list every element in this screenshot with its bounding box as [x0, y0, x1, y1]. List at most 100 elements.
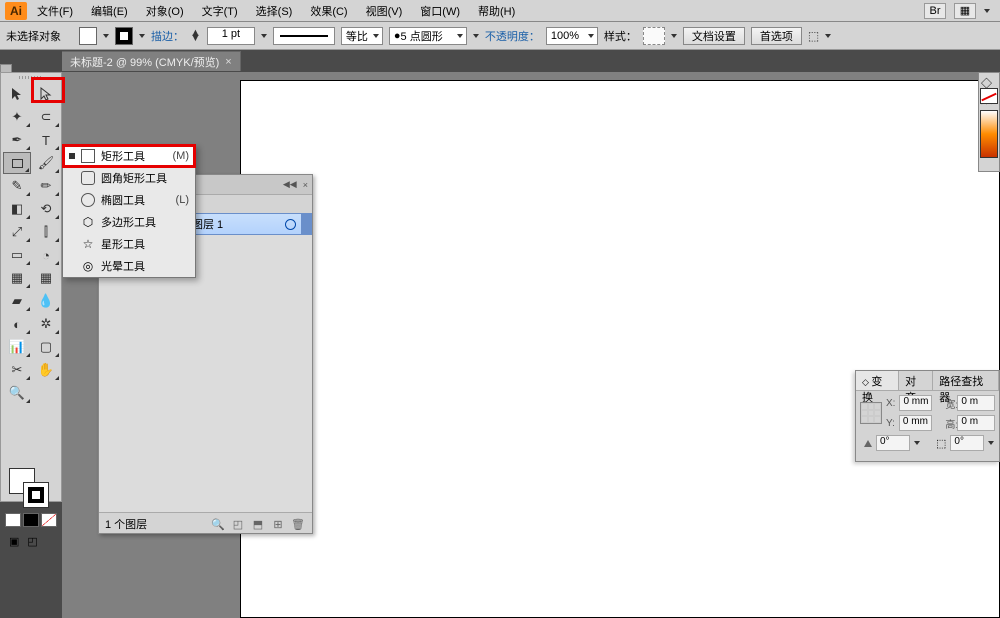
- mesh-tool[interactable]: ▦: [32, 267, 60, 289]
- align-icon[interactable]: ⬚: [808, 29, 819, 43]
- menu-view[interactable]: 视图(V): [358, 1, 411, 21]
- flyout-ellipse-tool[interactable]: 椭圆工具 (L): [63, 189, 195, 211]
- chevron-down-icon: [984, 9, 990, 13]
- gradient-tool[interactable]: ▰: [3, 290, 31, 312]
- bridge-button[interactable]: Br: [924, 3, 946, 19]
- eraser-tool[interactable]: ◧: [3, 198, 31, 220]
- paintbrush-tool[interactable]: 🖌: [32, 152, 60, 174]
- height-input[interactable]: 0 m: [957, 415, 995, 431]
- perspective-grid-tool[interactable]: ▦: [3, 267, 31, 289]
- document-setup-button[interactable]: 文档设置: [683, 27, 745, 45]
- x-input[interactable]: 0 mm: [899, 395, 932, 411]
- control-bar: 未选择对象 描边： ▲▼ 1 pt 等比 ● 5 点圆形 不透明度： 100% …: [0, 22, 1000, 50]
- pen-tool[interactable]: ✒: [3, 129, 31, 151]
- tab-align[interactable]: 对齐: [899, 371, 933, 390]
- brush-combo[interactable]: ● 5 点圆形: [389, 27, 467, 45]
- chevron-down-icon[interactable]: [671, 34, 677, 38]
- delete-layer-icon[interactable]: 🗑: [290, 516, 306, 532]
- close-icon[interactable]: ×: [225, 56, 231, 68]
- spectrum-swatch[interactable]: [980, 110, 998, 158]
- selection-tool[interactable]: [3, 83, 31, 105]
- fill-swatch[interactable]: [79, 27, 97, 45]
- menu-select[interactable]: 选择(S): [248, 1, 301, 21]
- artboard-tool[interactable]: ▢: [32, 336, 60, 358]
- scale-tool[interactable]: ⤢: [3, 221, 31, 243]
- flyout-polygon-tool[interactable]: ⬡ 多边形工具: [63, 211, 195, 233]
- selection-color: [301, 214, 311, 234]
- free-transform-tool[interactable]: ▭: [3, 244, 31, 266]
- flyout-star-tool[interactable]: ☆ 星形工具: [63, 233, 195, 255]
- hand-tool[interactable]: ✋: [32, 359, 60, 381]
- chevron-down-icon[interactable]: [825, 34, 831, 38]
- arrange-documents-button[interactable]: ▦: [954, 3, 976, 19]
- normal-screen-icon[interactable]: ▣: [9, 535, 19, 548]
- tab-transform[interactable]: 变换: [856, 371, 899, 390]
- zoom-tool[interactable]: 🔍: [3, 382, 31, 404]
- menu-effect[interactable]: 效果(C): [302, 1, 355, 21]
- shear-input[interactable]: 0°: [950, 435, 984, 451]
- eyedropper-tool[interactable]: 💧: [32, 290, 60, 312]
- width-input[interactable]: 0 m: [957, 395, 995, 411]
- stroke-indicator[interactable]: [23, 482, 49, 508]
- shape-builder-tool[interactable]: ◔: [32, 244, 60, 266]
- blob-brush-tool[interactable]: ✏: [32, 175, 60, 197]
- layers-footer: 1 个图层 🔍 ◰ ⬒ ⊞ 🗑: [99, 513, 312, 535]
- bullet-icon: [69, 153, 75, 159]
- layer-name[interactable]: 图层 1: [188, 216, 279, 232]
- shape-tool-flyout: 矩形工具 (M) 圆角矩形工具 椭圆工具 (L) ⬡ 多边形工具 ☆ 星形工具 …: [62, 144, 196, 278]
- new-layer-icon[interactable]: ⊞: [270, 516, 286, 532]
- variable-width-profile[interactable]: [273, 27, 335, 45]
- column-graph-tool[interactable]: 📊: [3, 336, 31, 358]
- selection-status: 未选择对象: [6, 28, 61, 44]
- slice-tool[interactable]: ✂: [3, 359, 31, 381]
- chevron-down-icon[interactable]: [261, 34, 267, 38]
- menu-type[interactable]: 文字(T): [194, 1, 246, 21]
- menu-help[interactable]: 帮助(H): [470, 1, 523, 21]
- target-circle-icon[interactable]: [279, 219, 301, 230]
- fill-stroke-indicator[interactable]: [9, 468, 53, 508]
- profile-combo[interactable]: 等比: [341, 27, 383, 45]
- gradient-mode-button[interactable]: [23, 513, 39, 527]
- shear-icon: ⬚: [936, 437, 946, 450]
- graphic-style-swatch[interactable]: [643, 27, 665, 45]
- flyout-rounded-rectangle-tool[interactable]: 圆角矩形工具: [63, 167, 195, 189]
- artboard[interactable]: [240, 80, 1000, 618]
- chevron-down-icon[interactable]: [473, 34, 479, 38]
- menu-object[interactable]: 对象(O): [138, 1, 192, 21]
- flyout-rectangle-tool[interactable]: 矩形工具 (M): [63, 145, 195, 167]
- collapse-icon[interactable]: ◀◀: [283, 179, 297, 190]
- locate-object-icon[interactable]: 🔍: [210, 516, 226, 532]
- symbol-sprayer-tool[interactable]: ✲: [32, 313, 60, 335]
- transform-panel[interactable]: 变换 对齐 路径查找器 X:0 mm 宽: 0 m Y:0 mm 高: 0 m …: [855, 370, 1000, 462]
- y-input[interactable]: 0 mm: [899, 415, 932, 431]
- tab-pathfinder[interactable]: 路径查找器: [933, 371, 999, 390]
- rotate-input[interactable]: 0°: [876, 435, 910, 451]
- menu-file[interactable]: 文件(F): [29, 1, 81, 21]
- type-tool[interactable]: T: [32, 129, 60, 151]
- blend-tool[interactable]: ◐: [3, 313, 31, 335]
- make-clip-mask-icon[interactable]: ◰: [230, 516, 246, 532]
- rotate-tool[interactable]: ⟲: [32, 198, 60, 220]
- new-sublayer-icon[interactable]: ⬒: [250, 516, 266, 532]
- none-swatch[interactable]: [980, 88, 998, 104]
- pencil-tool[interactable]: ✎: [3, 175, 31, 197]
- full-screen-icon[interactable]: ◰: [27, 535, 37, 548]
- stroke-swatch[interactable]: [115, 27, 133, 45]
- flyout-flare-tool[interactable]: ◎ 光晕工具: [63, 255, 195, 277]
- magic-wand-tool[interactable]: ✦: [3, 106, 31, 128]
- close-icon[interactable]: ×: [303, 180, 308, 190]
- opacity-input[interactable]: 100%: [546, 27, 598, 45]
- color-mode-button[interactable]: [5, 513, 21, 527]
- chevron-down-icon[interactable]: [103, 34, 109, 38]
- stroke-weight-input[interactable]: 1 pt: [207, 27, 255, 45]
- rectangle-tool[interactable]: [3, 152, 31, 174]
- lasso-tool[interactable]: ⊂: [32, 106, 60, 128]
- menu-window[interactable]: 窗口(W): [412, 1, 468, 21]
- width-tool[interactable]: ⫿: [32, 221, 60, 243]
- reference-point-selector[interactable]: [860, 402, 882, 424]
- menu-edit[interactable]: 编辑(E): [83, 1, 136, 21]
- chevron-down-icon[interactable]: [139, 34, 145, 38]
- none-mode-button[interactable]: [41, 513, 57, 527]
- document-tab[interactable]: 未标题-2 @ 99% (CMYK/预览) ×: [62, 51, 241, 71]
- preferences-button[interactable]: 首选项: [751, 27, 802, 45]
